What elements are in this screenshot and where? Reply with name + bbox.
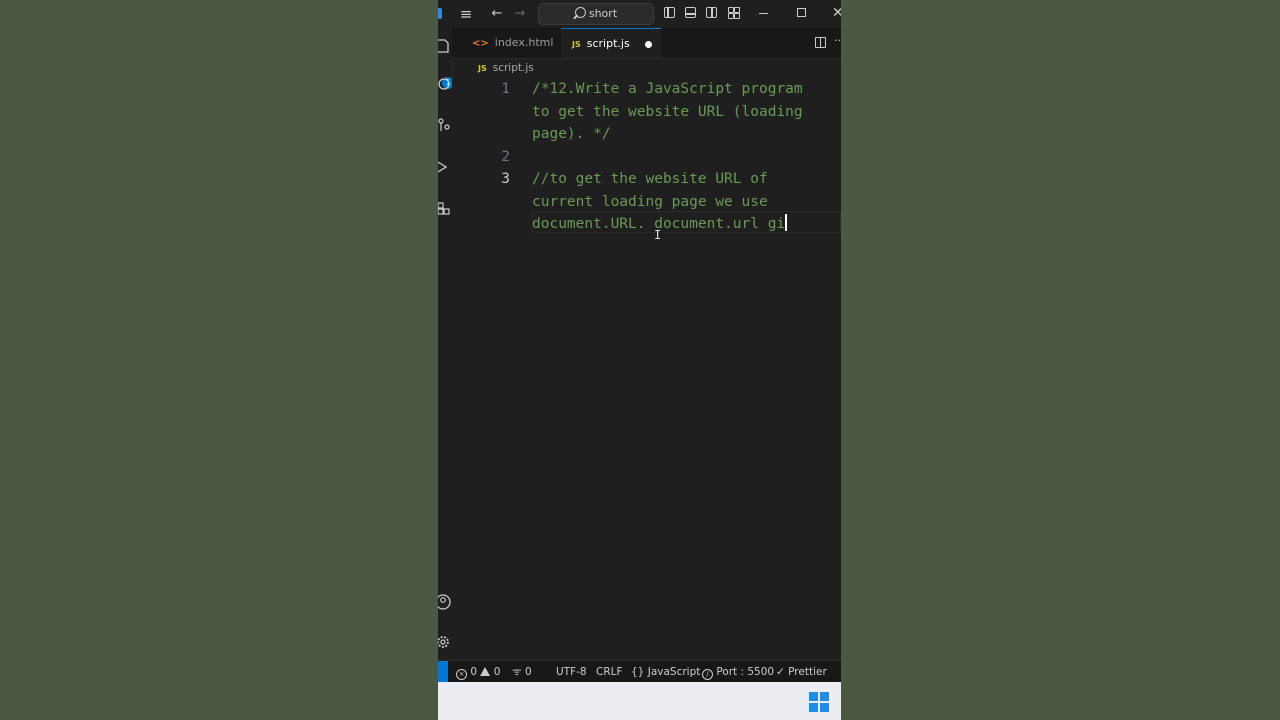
vscode-logo-icon [438,8,442,19]
port-label: Port : 5500 [716,666,775,678]
no-entry-icon: / [702,669,713,680]
encoding-indicator[interactable]: UTF-8 [556,661,587,683]
toggle-panel-icon[interactable] [685,7,696,18]
js-icon: JS [572,40,581,49]
manage-gear-icon[interactable] [438,634,452,650]
tab-index-html[interactable]: <> index.html [472,28,567,58]
forward-arrow-icon[interactable]: → [513,4,527,24]
error-count: 0 [470,666,478,678]
code-line-3[interactable]: //to get the website URL of current load… [532,168,788,236]
warning-count: 0 [493,666,501,678]
status-bar: × 0 0 ᯤ 0 UTF-8 CRLF {} JavaScript / Por… [438,660,841,683]
command-center-search[interactable]: short [538,3,654,25]
code-text: page). */ [532,126,611,142]
live-server-port[interactable]: / Port : 5500 [702,661,774,683]
mouse-ibeam-cursor-icon: I [654,228,662,242]
js-icon: JS [478,64,487,73]
split-editor-icon[interactable] [815,37,826,48]
windows-taskbar [438,682,841,720]
prettier-indicator[interactable]: ✓ Prettier [776,661,827,683]
explorer-icon[interactable] [438,38,452,54]
breadcrumb[interactable]: JS script.js [478,59,534,77]
customize-layout-icon[interactable] [728,7,740,19]
source-control-icon[interactable] [438,118,452,134]
code-text: //to get the website URL of [532,171,768,187]
back-arrow-icon[interactable]: ← [490,4,504,24]
search-text: short [588,7,618,20]
close-window-icon[interactable]: ✕ [832,4,841,22]
language-label: JavaScript [647,666,701,678]
vscode-window: ≡ ← → short ✕ 1 <> index.html JS script.js [438,0,841,720]
code-text: to get the website URL (loading [532,103,803,120]
code-line-1[interactable]: /*12.Write a JavaScript program to get t… [532,78,803,146]
title-bar: ≡ ← → short ✕ [438,0,841,28]
extensions-icon[interactable] [438,200,452,216]
tab-label: index.html [494,36,554,49]
code-text: /*12.Write a JavaScript program [532,81,803,97]
remote-indicator[interactable] [438,661,448,683]
line-number: 2 [501,148,510,165]
line-number: 3 [501,171,510,187]
account-icon[interactable] [438,594,452,610]
toggle-primary-sidebar-icon[interactable] [664,7,675,18]
braces-icon: {} [631,666,645,678]
search-icon [574,7,586,18]
windows-start-icon[interactable] [809,692,829,712]
problems-indicator[interactable]: × 0 0 [456,661,500,683]
ports-indicator[interactable]: ᯤ 0 [512,661,532,683]
unsaved-dot-icon[interactable] [645,41,652,48]
maximize-icon[interactable] [797,8,806,17]
tab-label: script.js [586,37,630,50]
menu-icon[interactable]: ≡ [458,4,474,24]
code-text: current loading page we use [532,193,768,210]
html-icon: <> [472,38,489,49]
double-check-icon: ✓ [776,666,785,678]
editor-tab-bar: <> index.html JS script.js [452,28,841,59]
eol-indicator[interactable]: CRLF [596,661,623,683]
code-editor[interactable]: 1 /*12.Write a JavaScript program to get… [452,78,841,660]
language-mode[interactable]: {} JavaScript [631,661,700,683]
run-debug-icon[interactable] [438,159,452,175]
more-actions-icon[interactable]: ··· [834,34,841,47]
search-icon[interactable] [438,76,452,92]
error-icon: × [456,669,467,680]
warning-icon [480,667,491,676]
antenna-icon: ᯤ [512,666,522,678]
line-number: 1 [501,81,510,97]
activity-bar: 1 [438,28,454,660]
ports-count: 0 [524,666,532,678]
toggle-secondary-sidebar-icon[interactable] [706,7,717,18]
text-cursor [785,214,788,231]
breadcrumb-file[interactable]: script.js [493,62,534,74]
formatter-label: Prettier [788,666,827,678]
tab-script-js[interactable]: JS script.js [561,28,661,58]
minimize-icon[interactable] [759,13,768,14]
